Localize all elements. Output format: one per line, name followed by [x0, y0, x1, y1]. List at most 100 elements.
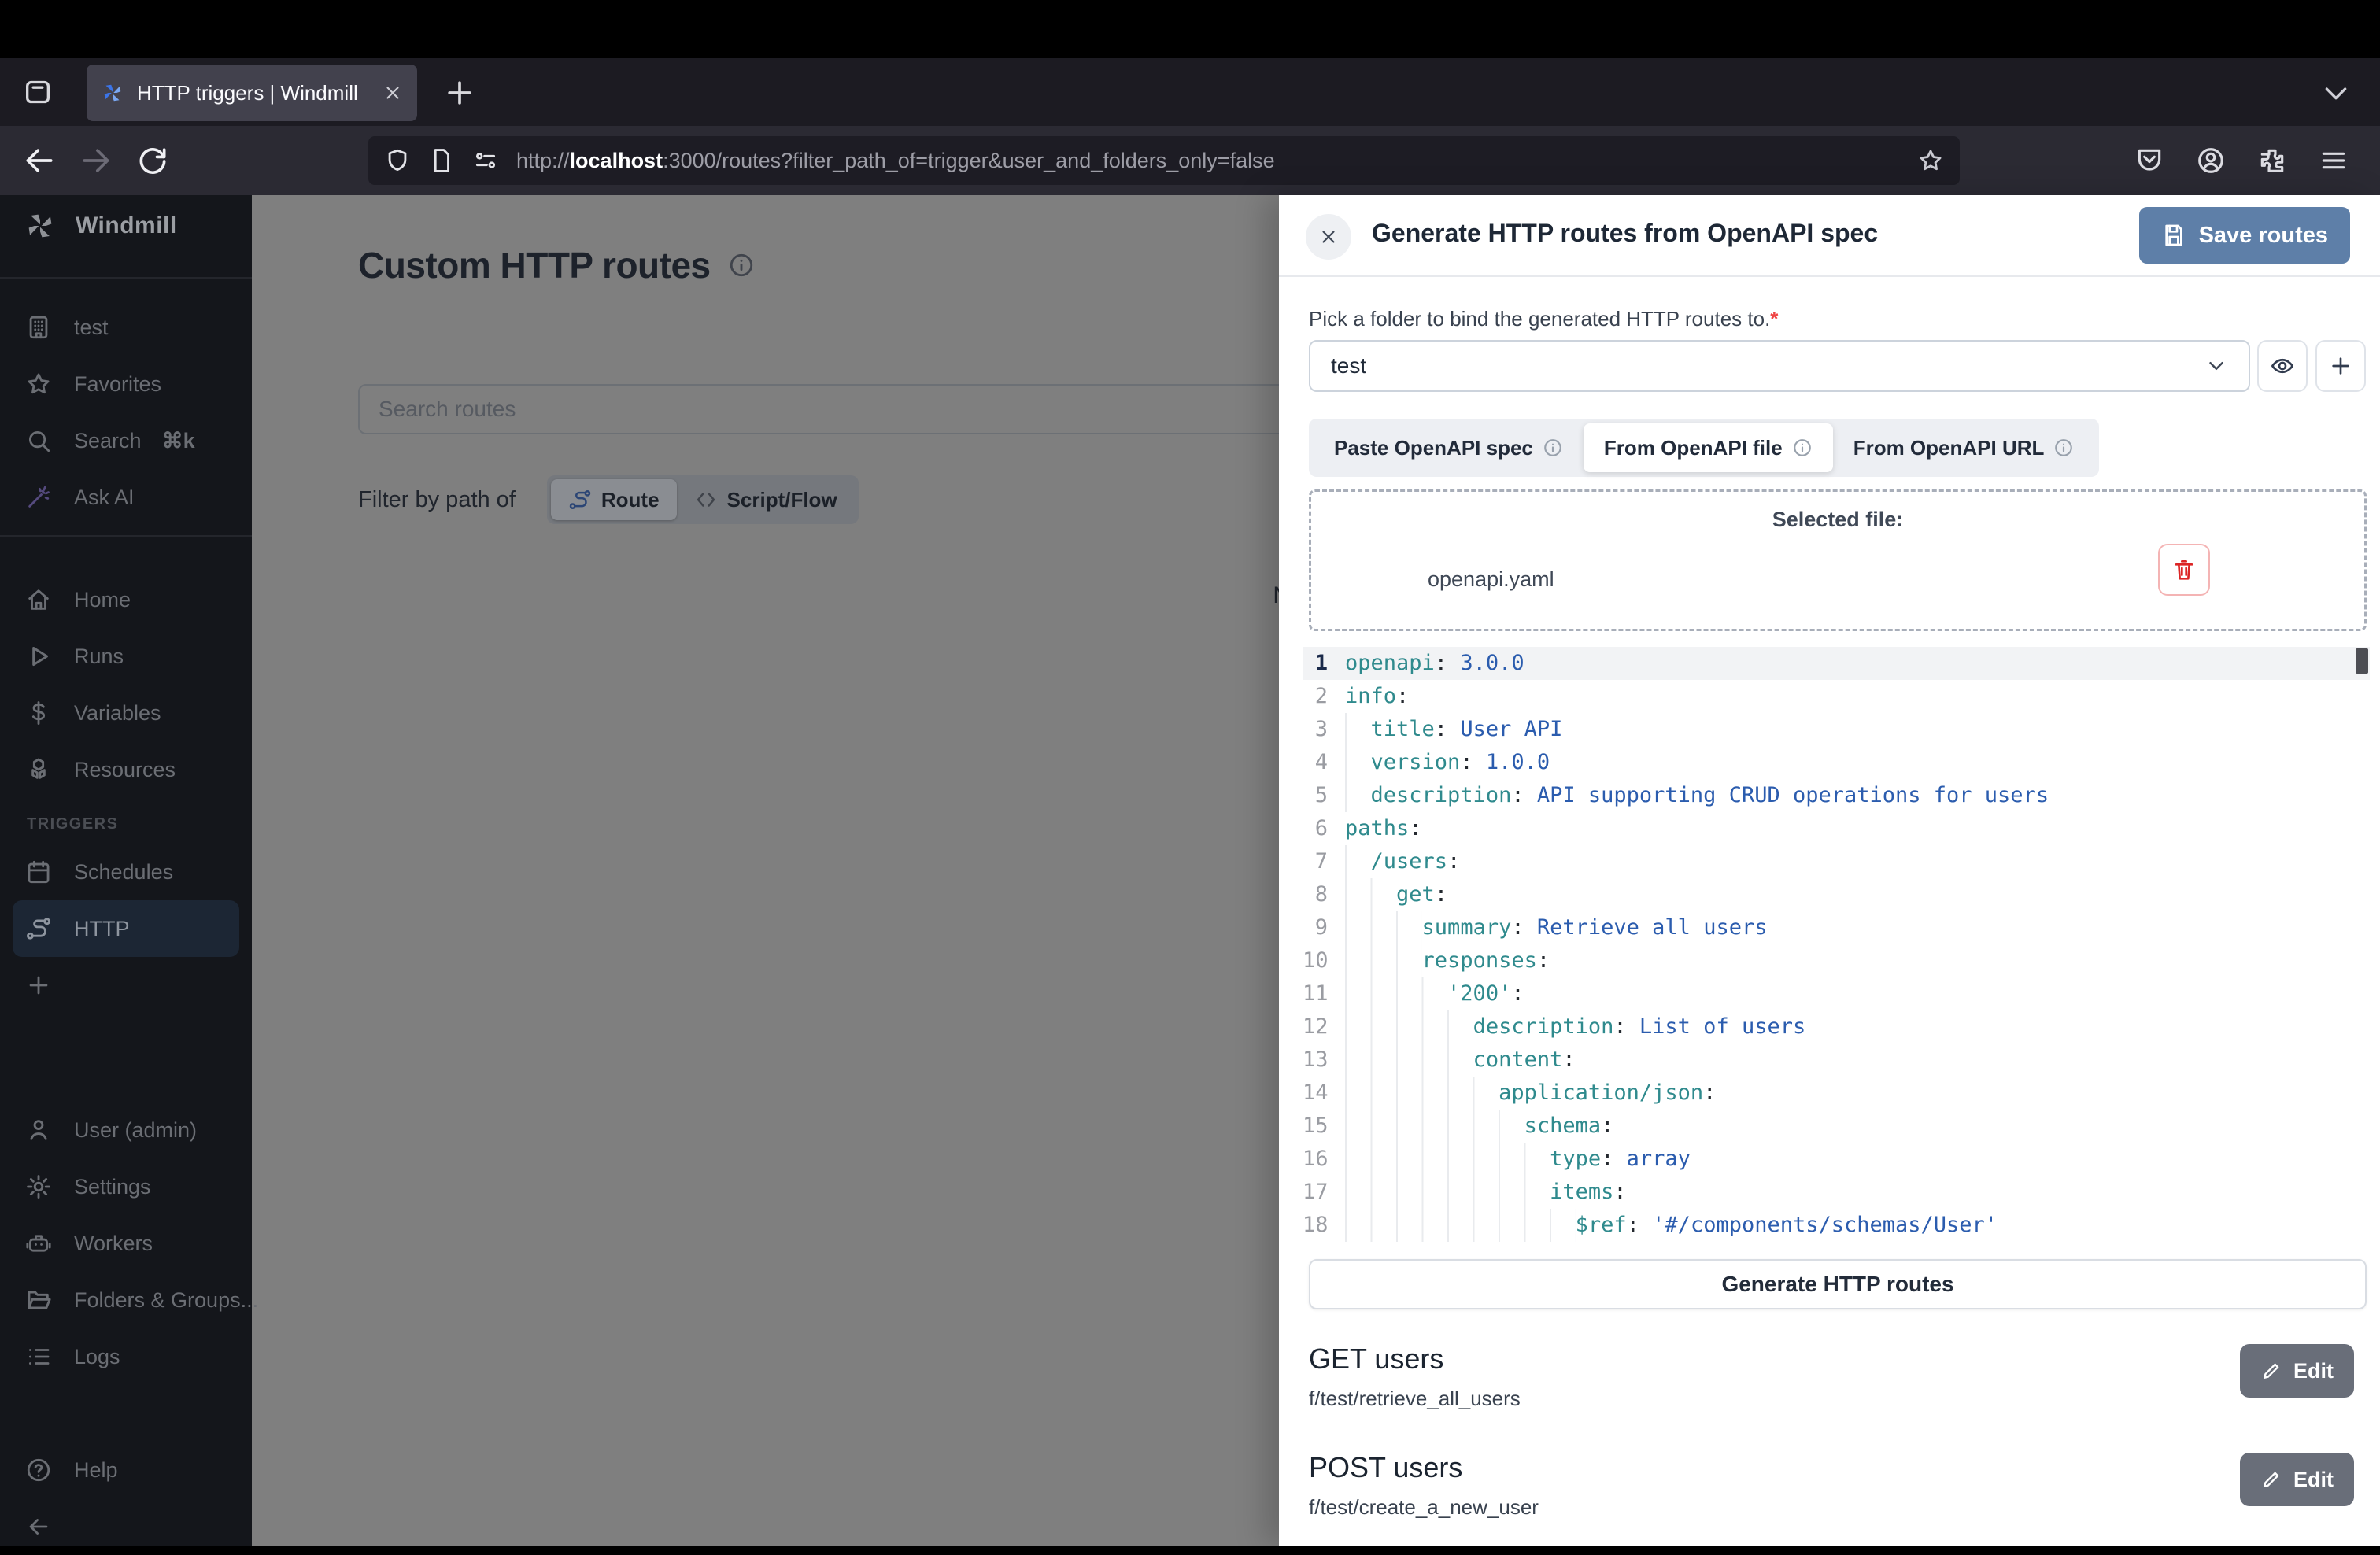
filter-option-route[interactable]: Route: [551, 479, 677, 520]
extensions-puzzle-icon[interactable]: [2257, 146, 2287, 175]
shield-icon[interactable]: [384, 147, 411, 174]
sidebar-item-http[interactable]: HTTP: [13, 900, 239, 957]
openapi-code-editor[interactable]: 1 openapi: 3.0.0 2 info: 3 title: User A…: [1303, 647, 2370, 1245]
code-line: 17 items:: [1303, 1176, 2370, 1209]
menu-hamburger-icon[interactable]: [2319, 146, 2349, 175]
sidebar-item-test[interactable]: test: [0, 299, 252, 356]
routes-page: Custom HTTP routes Search routes Filter …: [252, 195, 1279, 1546]
edit-route-button[interactable]: Edit: [2240, 1344, 2354, 1398]
sidebar-item-search[interactable]: Search ⌘k: [0, 412, 252, 469]
line-number: 19: [1303, 1242, 1345, 1245]
remove-file-button[interactable]: [2158, 544, 2210, 596]
bookmark-star-icon[interactable]: [1917, 147, 1944, 174]
line-number: 15: [1303, 1110, 1345, 1143]
tab-title: HTTP triggers | Windmill: [137, 81, 382, 105]
sidebar-item-ask-ai[interactable]: Ask AI: [0, 469, 252, 526]
sidebar-divider: [0, 535, 252, 537]
page-info-icon[interactable]: [428, 147, 455, 174]
page-title: Custom HTTP routes: [358, 244, 711, 286]
close-drawer-button[interactable]: [1306, 214, 1351, 260]
code-line: 7 /users:: [1303, 845, 2370, 878]
new-tab-icon[interactable]: [442, 76, 477, 110]
sidebar-item-settings[interactable]: Settings: [0, 1158, 252, 1215]
reload-icon[interactable]: [135, 143, 170, 178]
permissions-icon[interactable]: [472, 147, 499, 174]
sidebar-item-schedules[interactable]: Schedules: [0, 844, 252, 900]
sidebar-item-logs[interactable]: Logs: [0, 1328, 252, 1385]
sidebar-item-runs[interactable]: Runs: [0, 628, 252, 685]
save-floppy-icon: [2161, 223, 2186, 248]
route-icon: [568, 488, 592, 512]
info-icon[interactable]: [728, 252, 755, 279]
add-folder-button[interactable]: [2315, 340, 2366, 392]
code-line: 18 $ref: '#/components/schemas/User': [1303, 1209, 2370, 1242]
tab-from-openapi-url[interactable]: From OpenAPI URL: [1833, 423, 2095, 472]
browser-tab[interactable]: HTTP triggers | Windmill: [87, 65, 417, 121]
tab-from-openapi-file[interactable]: From OpenAPI file: [1584, 423, 1833, 472]
generate-routes-button[interactable]: Generate HTTP routes: [1309, 1259, 2367, 1309]
line-number: 2: [1303, 680, 1345, 713]
home-icon: [25, 586, 52, 613]
code-line: 8 get:: [1303, 878, 2370, 911]
browser-toolbar: http://localhost:3000/routes?filter_path…: [0, 126, 2380, 195]
code-line: 2 info:: [1303, 680, 2370, 713]
line-number: 13: [1303, 1043, 1345, 1077]
sidebar-item-variables[interactable]: Variables: [0, 685, 252, 741]
plus-icon: [2328, 353, 2353, 379]
sidebar-item-home[interactable]: Home: [0, 571, 252, 628]
code-line: 12 description: List of users: [1303, 1010, 2370, 1043]
tab-paste-openapi-spec[interactable]: Paste OpenAPI spec: [1314, 423, 1584, 472]
windmill-logo-icon: [24, 209, 57, 242]
folder-select[interactable]: test: [1309, 340, 2250, 392]
sidebar-item-item[interactable]: [0, 957, 252, 1014]
sidebar-item-help[interactable]: Help: [0, 1442, 252, 1498]
line-number: 16: [1303, 1143, 1345, 1176]
sidebar-item-user-admin[interactable]: User (admin): [0, 1102, 252, 1158]
info-icon: [1543, 438, 1563, 458]
editor-scrollbar-thumb[interactable]: [2356, 648, 2368, 674]
line-number: 17: [1303, 1176, 1345, 1209]
pencil-icon: [2260, 1360, 2282, 1382]
forward-icon[interactable]: [79, 143, 113, 178]
search-placeholder: Search routes: [379, 397, 516, 422]
sidebar-item-workers[interactable]: Workers: [0, 1215, 252, 1272]
account-icon[interactable]: [2196, 146, 2226, 175]
pocket-icon[interactable]: [2134, 146, 2164, 175]
close-icon: [1318, 227, 1339, 247]
boxes-icon: [25, 756, 52, 783]
filter-toggle-group: Route Script/Flow: [547, 475, 859, 524]
tab-close-icon[interactable]: [382, 83, 403, 103]
sidebar-item-item[interactable]: [0, 1498, 252, 1555]
trash-icon: [2171, 557, 2197, 582]
dollar-icon: [25, 700, 52, 726]
sidebar-item-favorites[interactable]: Favorites: [0, 356, 252, 412]
line-number: 11: [1303, 977, 1345, 1010]
calendar-icon: [25, 859, 52, 885]
line-number: 6: [1303, 812, 1345, 845]
plus-icon: [25, 972, 52, 999]
drawer-title: Generate HTTP routes from OpenAPI spec: [1372, 219, 1878, 248]
sidebar-item-folders-groups[interactable]: Folders & Groups...: [0, 1272, 252, 1328]
firefox-sidebar-toggle-icon[interactable]: [22, 76, 54, 108]
url-bar[interactable]: http://localhost:3000/routes?filter_path…: [368, 136, 1960, 185]
sidebar-divider: [0, 277, 252, 279]
view-folder-button[interactable]: [2257, 340, 2308, 392]
sidebar-item-resources[interactable]: Resources: [0, 741, 252, 798]
selected-file-name: openapi.yaml: [1428, 567, 1554, 592]
workspace-logo-row[interactable]: Windmill: [24, 209, 177, 242]
list-all-tabs-icon[interactable]: [2320, 77, 2352, 109]
code-icon: [694, 488, 718, 512]
line-number: 18: [1303, 1209, 1345, 1242]
eye-icon: [2270, 353, 2295, 379]
code-line: 3 title: User API: [1303, 713, 2370, 746]
back-icon[interactable]: [22, 143, 57, 178]
code-line: 14 application/json:: [1303, 1077, 2370, 1110]
line-number: 5: [1303, 779, 1345, 812]
macos-top-strip: [0, 0, 2380, 58]
windmill-favicon: [101, 81, 124, 105]
browser-tab-bar: HTTP triggers | Windmill: [0, 58, 2380, 126]
code-line: 4 version: 1.0.0: [1303, 746, 2370, 779]
save-routes-button[interactable]: Save routes: [2139, 207, 2350, 264]
filter-option-scriptflow[interactable]: Script/Flow: [677, 479, 855, 520]
edit-route-button[interactable]: Edit: [2240, 1453, 2354, 1506]
